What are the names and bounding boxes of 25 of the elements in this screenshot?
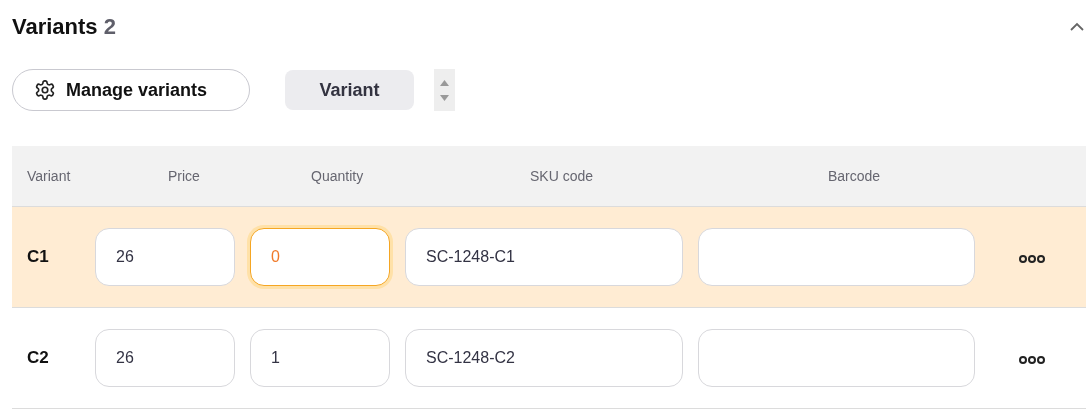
manage-variants-button[interactable]: Manage variants: [12, 69, 250, 111]
column-header: Quantity: [310, 168, 365, 184]
down-arrow-icon[interactable]: [440, 94, 449, 101]
up-arrow-icon[interactable]: [440, 79, 449, 86]
variant-name: C1: [26, 247, 50, 267]
variant-name: C2: [26, 348, 50, 368]
variant-chip[interactable]: Variant: [285, 70, 414, 110]
quantity-field[interactable]: 1: [250, 329, 390, 387]
barcode-field[interactable]: [698, 228, 975, 286]
column-header: Barcode: [827, 168, 882, 184]
sku-field[interactable]: SC-1248-C2: [405, 329, 683, 387]
column-header: SKU code: [529, 168, 595, 184]
column-header: Variant: [26, 168, 72, 184]
collapse-icon[interactable]: [1070, 22, 1084, 32]
column-header: Price: [167, 168, 201, 184]
variant-row[interactable]: C1 26 0 SC-1248-C1: [12, 207, 1086, 308]
more-options-icon[interactable]: [1018, 252, 1046, 262]
price-field[interactable]: 26: [95, 228, 235, 286]
price-field[interactable]: 26: [95, 329, 235, 387]
barcode-field[interactable]: [698, 329, 975, 387]
more-options-icon[interactable]: [1018, 353, 1046, 363]
sku-field[interactable]: SC-1248-C1: [405, 228, 683, 286]
settings-icon: [34, 79, 56, 101]
section-title: Variants 2: [12, 14, 116, 40]
spinner-control[interactable]: [434, 69, 455, 111]
